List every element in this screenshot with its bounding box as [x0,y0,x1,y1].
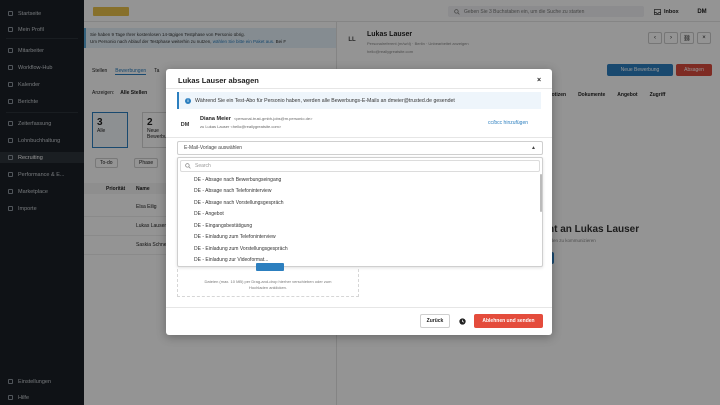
template-option[interactable]: DE - Eingangsbestätigung [178,220,538,232]
modal-title: Lukas Lauser absagen [178,76,259,85]
search-icon [185,163,191,169]
dropdown-scrollbar[interactable] [540,174,542,212]
email-template-select[interactable]: E-Mail-Vorlage auswählen ▲ [177,141,543,155]
upload-hint-1: Dateien (max. 10 MB) per Drag-and-drop h… [204,279,332,284]
template-option[interactable]: DE - Einladung zum Vorstellungsgespräch [178,243,538,255]
sender-line: Diana Meier <personal-trust-gmbh-jobs@m.p… [200,116,312,122]
upload-hint-2: Hochladen anklicken. [248,284,288,290]
recipient-line: zu Lukas Lauser <hello@reallygreatsite.c… [200,124,282,129]
template-option[interactable]: DE - Einladung zum Telefoninterview [178,232,538,244]
template-select-label: E-Mail-Vorlage auswählen [184,145,243,151]
reject-modal: Lukas Lauser absagen × i Während Sie ein… [166,69,552,335]
divider [166,307,552,308]
trial-info-notice: i Während Sie ein Test-Abo für Personio … [177,92,541,109]
template-option[interactable]: DE - Absage nach Vorstellungsgespräch [178,197,538,209]
template-dropdown: Search DE - Absage nach Bewerbungseingan… [177,157,543,267]
file-drop-zone[interactable]: Dateien (max. 10 MB) per Drag-and-drop h… [177,269,359,297]
sender-avatar: DM [180,122,190,128]
modal-close-button[interactable]: × [534,75,544,85]
clock-icon [458,317,466,325]
reject-and-send-button[interactable]: Ablehnen und senden [474,314,543,328]
info-text: Während Sie ein Test-Abo für Personio ha… [195,97,455,104]
template-option[interactable]: DE - Angebot [178,209,538,221]
template-option[interactable]: DE - Einladung zur Videoformat... [178,255,538,267]
info-icon: i [185,97,191,104]
add-cc-bcc-link[interactable]: cc/bcc hinzufügen [488,120,528,126]
template-search-input[interactable]: Search [180,160,540,172]
back-button[interactable]: Zurück [420,314,450,328]
divider [166,137,552,138]
template-option[interactable]: DE - Absage nach Bewerbungseingang [178,174,538,186]
search-placeholder: Search [195,163,211,169]
close-icon: × [536,76,542,84]
schedule-send-button[interactable] [455,314,469,328]
divider [166,88,552,89]
sender-email: <personal-trust-gmbh-jobs@m.personio.de> [233,116,313,121]
chevron-up-icon: ▲ [531,145,536,151]
template-option[interactable]: DE - Absage nach Telefoninterview [178,186,538,198]
sender-name: Diana Meier [200,116,231,122]
